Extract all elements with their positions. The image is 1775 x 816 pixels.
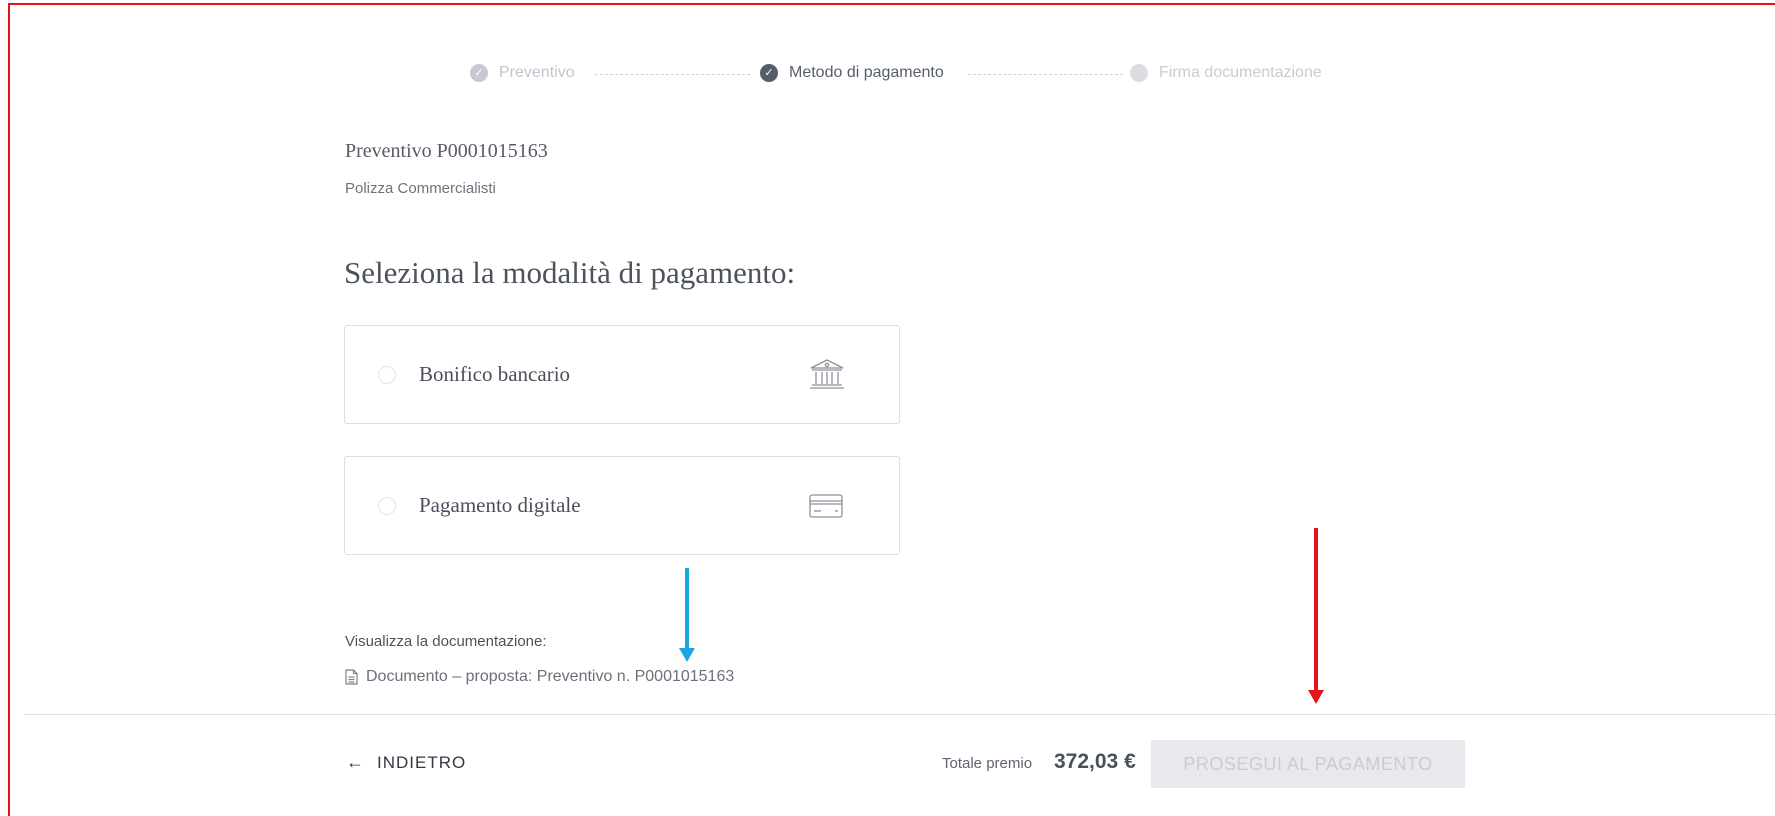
circle-icon <box>1130 64 1148 82</box>
step-firma-documentazione: Firma documentazione <box>1130 64 1322 82</box>
document-icon <box>345 669 358 685</box>
radio-button[interactable] <box>378 497 396 515</box>
back-button[interactable]: ← INDIETRO <box>346 752 466 773</box>
step-label: Metodo di pagamento <box>789 64 944 81</box>
check-icon: ✓ <box>760 64 778 82</box>
step-label: Preventivo <box>499 64 575 81</box>
total-premium-value: 372,03 € <box>1054 750 1136 773</box>
check-icon: ✓ <box>470 64 488 82</box>
document-link[interactable]: Documento – proposta: Preventivo n. P000… <box>345 668 734 686</box>
step-preventivo: ✓ Preventivo <box>470 64 575 82</box>
arrow-left-icon: ← <box>346 752 365 772</box>
quote-subtitle: Polizza Commercialisti <box>345 180 496 197</box>
payment-option-bonifico[interactable]: Bonifico bancario <box>344 325 900 424</box>
footer-divider <box>24 714 1775 715</box>
credit-card-icon <box>809 494 843 523</box>
step-metodo-pagamento: ✓ Metodo di pagamento <box>760 64 944 82</box>
quote-title: Preventivo P0001015163 <box>345 140 548 162</box>
documents-label: Visualizza la documentazione: <box>345 633 547 650</box>
total-premium-label: Totale premio <box>942 755 1033 772</box>
payment-option-label: Bonifico bancario <box>419 362 571 386</box>
step-connector <box>595 74 750 75</box>
proceed-to-payment-button[interactable]: PROSEGUI AL PAGAMENTO <box>1151 740 1465 788</box>
payment-heading: Seleziona la modalità di pagamento: <box>344 255 796 290</box>
radio-button[interactable] <box>378 366 396 384</box>
annotation-arrow-blue <box>679 568 695 662</box>
annotation-arrow-red <box>1308 528 1324 704</box>
back-button-label: INDIETRO <box>377 752 467 772</box>
payment-option-digitale[interactable]: Pagamento digitale <box>344 456 900 555</box>
payment-option-label: Pagamento digitale <box>419 493 581 517</box>
bank-icon <box>809 358 845 395</box>
step-connector <box>968 74 1123 75</box>
document-link-text[interactable]: Documento – proposta: Preventivo n. P000… <box>366 668 734 686</box>
step-label: Firma documentazione <box>1159 64 1322 81</box>
